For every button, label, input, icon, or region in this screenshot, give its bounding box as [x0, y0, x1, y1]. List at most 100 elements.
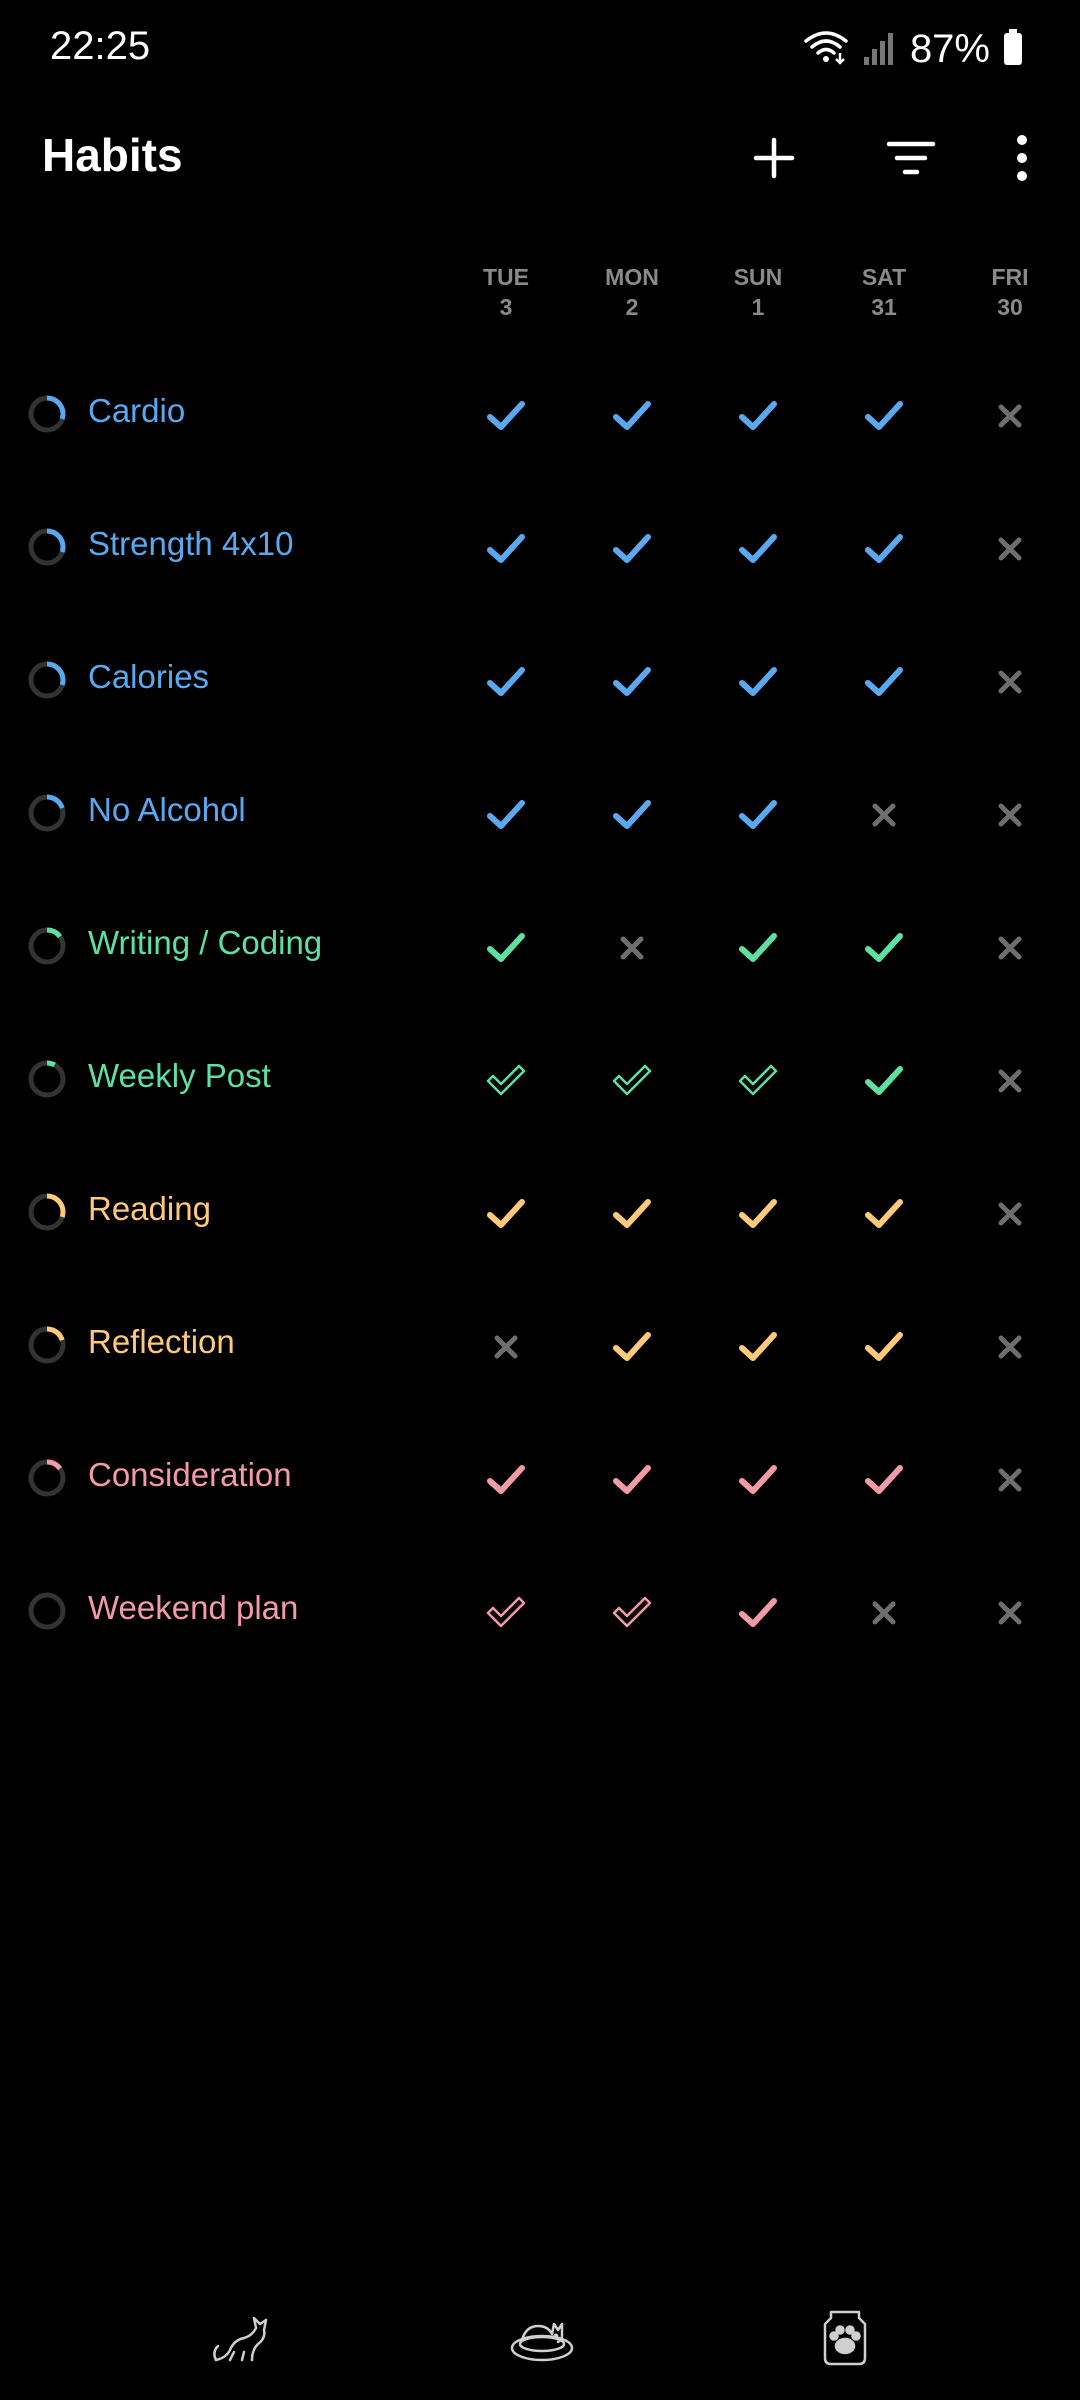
habit-day-toggle[interactable] [476, 386, 536, 446]
habit-day-toggle[interactable] [980, 1317, 1040, 1377]
habit-day-toggle[interactable] [602, 1317, 662, 1377]
habit-day-toggle[interactable] [602, 386, 662, 446]
habit-day-toggle[interactable] [602, 1051, 662, 1111]
habit-day-toggle[interactable] [476, 1450, 536, 1510]
habit-day-toggle[interactable] [980, 1051, 1040, 1111]
habit-name[interactable]: Cardio [88, 392, 185, 430]
day-number: 3 [499, 294, 513, 320]
cross-icon [988, 793, 1032, 837]
cross-icon [988, 926, 1032, 970]
habit-day-toggle[interactable] [602, 1583, 662, 1643]
nav-cat-stretching[interactable] [200, 2300, 280, 2380]
habit-day-toggle[interactable] [854, 1450, 914, 1510]
cross-icon [988, 1059, 1032, 1103]
habit-day-toggle[interactable] [980, 1184, 1040, 1244]
nav-cat-sleeping[interactable] [502, 2300, 582, 2380]
habit-name[interactable]: Consideration [88, 1456, 292, 1494]
habit-day-toggle[interactable] [728, 918, 788, 978]
habit-day-toggle[interactable] [728, 785, 788, 845]
habit-day-toggle[interactable] [602, 918, 662, 978]
habit-day-toggle[interactable] [980, 1450, 1040, 1510]
habit-day-toggle[interactable] [476, 1583, 536, 1643]
cross-icon [862, 793, 906, 837]
habit-name[interactable]: Weekly Post [88, 1057, 271, 1095]
habit-name[interactable]: Weekend plan [88, 1589, 298, 1627]
habit-name[interactable]: Calories [88, 658, 209, 696]
habit-day-toggle[interactable] [728, 386, 788, 446]
habit-day-toggle[interactable] [476, 785, 536, 845]
habit-day-toggle[interactable] [476, 1317, 536, 1377]
habit-day-toggle[interactable] [476, 1184, 536, 1244]
check-icon [736, 1591, 780, 1635]
habit-day-toggle[interactable] [476, 519, 536, 579]
habit-row[interactable]: Reading [0, 1148, 1080, 1281]
habit-day-toggle[interactable] [854, 1317, 914, 1377]
habit-day-toggle[interactable] [980, 1583, 1040, 1643]
habit-day-toggle[interactable] [728, 652, 788, 712]
check-icon [610, 660, 654, 704]
habit-name[interactable]: Strength 4x10 [88, 525, 293, 563]
signal-icon [862, 27, 898, 72]
nav-paw-badge[interactable] [805, 2300, 885, 2380]
habit-day-toggle[interactable] [602, 1450, 662, 1510]
habit-row[interactable]: Weekly Post [0, 1015, 1080, 1148]
habit-day-toggle[interactable] [728, 1184, 788, 1244]
habit-row[interactable]: Reflection [0, 1281, 1080, 1414]
day-header: SUN 1 [703, 262, 813, 322]
habit-day-toggle[interactable] [854, 386, 914, 446]
wifi-calling-icon [802, 27, 850, 72]
habit-row[interactable]: Strength 4x10 [0, 483, 1080, 616]
more-options-button[interactable] [982, 120, 1062, 200]
habit-day-toggle[interactable] [854, 1583, 914, 1643]
check-icon [736, 527, 780, 571]
check-icon [862, 926, 906, 970]
habit-name[interactable]: Reading [88, 1190, 211, 1228]
habit-row[interactable]: Weekend plan [0, 1547, 1080, 1680]
day-name: SAT [861, 264, 907, 290]
habit-day-toggle[interactable] [980, 918, 1040, 978]
habit-day-toggle[interactable] [980, 785, 1040, 845]
habit-day-toggle[interactable] [854, 1184, 914, 1244]
habit-row[interactable]: No Alcohol [0, 749, 1080, 882]
check-icon [736, 1458, 780, 1502]
habit-day-toggle[interactable] [476, 918, 536, 978]
habit-day-toggle[interactable] [854, 519, 914, 579]
habit-row[interactable]: Consideration [0, 1414, 1080, 1547]
app-bar: Habits [0, 110, 1080, 200]
habit-day-toggle[interactable] [476, 652, 536, 712]
filter-button[interactable] [871, 120, 951, 200]
cross-icon [988, 660, 1032, 704]
habit-day-toggle[interactable] [854, 918, 914, 978]
habit-progress-ring-icon [27, 527, 67, 567]
habit-day-toggle[interactable] [476, 1051, 536, 1111]
habit-day-toggle[interactable] [602, 1184, 662, 1244]
habit-day-toggle[interactable] [602, 652, 662, 712]
day-name: MON [605, 264, 659, 290]
habit-day-toggle[interactable] [854, 652, 914, 712]
habit-row[interactable]: Writing / Coding [0, 882, 1080, 1015]
habit-day-toggle[interactable] [854, 1051, 914, 1111]
habit-day-toggle[interactable] [980, 652, 1040, 712]
habit-row[interactable]: Cardio [0, 350, 1080, 483]
habit-day-toggle[interactable] [728, 519, 788, 579]
habit-day-toggle[interactable] [602, 785, 662, 845]
habit-day-toggle[interactable] [854, 785, 914, 845]
habit-day-toggle[interactable] [728, 1051, 788, 1111]
add-habit-button[interactable] [734, 120, 814, 200]
habit-day-toggle[interactable] [980, 519, 1040, 579]
status-bar: 22:25 87% [0, 0, 1080, 100]
habit-name[interactable]: Reflection [88, 1323, 235, 1361]
habit-row[interactable]: Calories [0, 616, 1080, 749]
habit-day-toggle[interactable] [728, 1317, 788, 1377]
day-name: FRI [991, 264, 1029, 290]
check-icon [862, 394, 906, 438]
habit-day-toggle[interactable] [728, 1583, 788, 1643]
habit-day-toggle[interactable] [602, 519, 662, 579]
habit-day-toggle[interactable] [728, 1450, 788, 1510]
cat-sleeping-bed-icon [508, 2310, 576, 2371]
habit-progress-ring-icon [27, 660, 67, 700]
habit-day-toggle[interactable] [980, 386, 1040, 446]
check-icon [484, 1192, 528, 1236]
habit-name[interactable]: No Alcohol [88, 791, 246, 829]
habit-name[interactable]: Writing / Coding [88, 924, 322, 962]
